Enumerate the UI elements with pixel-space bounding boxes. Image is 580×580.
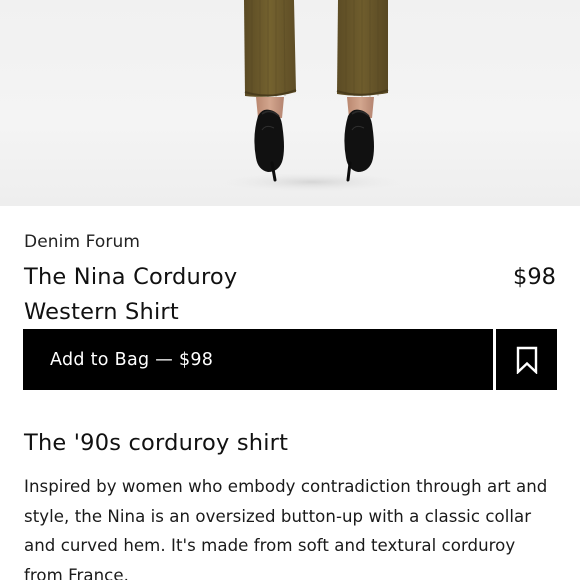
product-price: $98	[513, 264, 556, 290]
save-to-wishlist-button[interactable]	[496, 329, 557, 390]
add-to-bag-label: Add to Bag — $98	[50, 349, 214, 370]
bookmark-icon	[516, 346, 538, 374]
product-title: The Nina Corduroy Western Shirt	[24, 264, 238, 325]
description-heading: The '90s corduroy shirt	[24, 430, 289, 456]
product-page: Denim Forum The Nina Corduroy Western Sh…	[0, 0, 580, 580]
description-body: Inspired by women who embody contradicti…	[24, 477, 548, 580]
product-image	[0, 0, 580, 206]
add-to-bag-button[interactable]: Add to Bag — $98	[23, 329, 493, 390]
brand-name[interactable]: Denim Forum	[24, 232, 140, 252]
